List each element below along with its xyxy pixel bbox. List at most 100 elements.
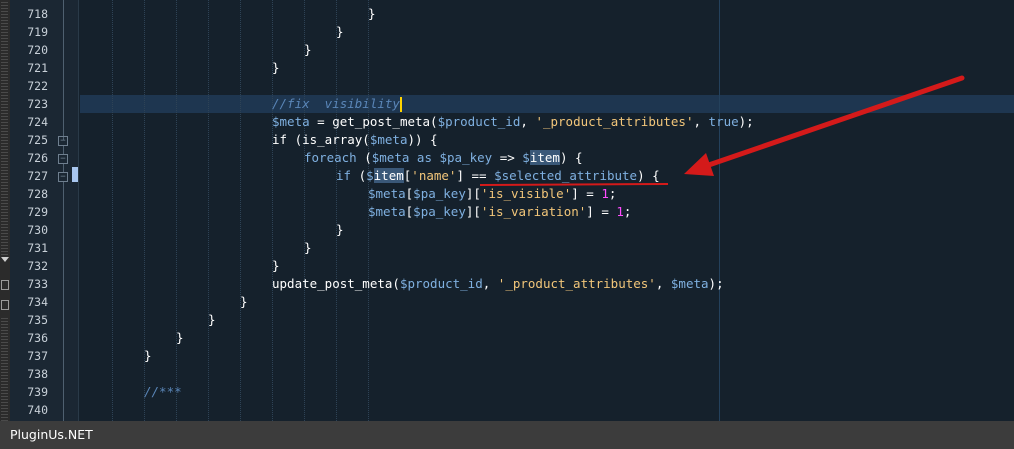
code-token: } bbox=[336, 24, 344, 39]
line-number: 737 bbox=[27, 349, 48, 363]
code-token: //*** bbox=[144, 384, 182, 399]
code-token: } bbox=[240, 294, 248, 309]
code-token: $meta bbox=[368, 204, 406, 219]
code-token: ; bbox=[608, 186, 617, 201]
code-line[interactable]: if ($item['name'] == $selected_attribute… bbox=[336, 167, 660, 185]
code-token: ); bbox=[738, 114, 754, 129]
code-token: $ bbox=[366, 168, 374, 183]
code-line[interactable]: } bbox=[144, 347, 152, 365]
code-token: $meta bbox=[371, 150, 410, 165]
code-line[interactable]: foreach ($meta as $pa_key => $item) { bbox=[304, 149, 583, 167]
code-token: ) { bbox=[559, 150, 583, 165]
code-token: 'name' bbox=[411, 168, 457, 183]
code-token: $product_id bbox=[437, 114, 521, 129]
code-token: ] = bbox=[586, 204, 617, 219]
code-line[interactable]: } bbox=[272, 59, 280, 77]
code-token: 'is_visible' bbox=[480, 186, 572, 201]
code-token: 'is_variation' bbox=[480, 204, 587, 219]
code-token: ][ bbox=[465, 204, 481, 219]
code-token: } bbox=[176, 330, 184, 345]
code-line[interactable]: } bbox=[304, 41, 312, 59]
line-number: 739 bbox=[27, 385, 48, 399]
fold-collapse-icon[interactable]: − bbox=[58, 154, 68, 164]
code-token: $meta bbox=[272, 114, 310, 129]
code-token: } bbox=[304, 42, 312, 57]
code-line[interactable]: update_post_meta($product_id, '_product_… bbox=[272, 275, 724, 293]
line-number: 736 bbox=[27, 331, 48, 345]
code-token: , bbox=[520, 114, 536, 129]
line-number: 733 bbox=[27, 277, 48, 291]
code-token: ) { bbox=[637, 168, 660, 183]
line-number: 740 bbox=[27, 403, 48, 417]
code-token: $meta bbox=[670, 276, 709, 291]
fold-collapse-icon[interactable]: − bbox=[58, 136, 68, 146]
code-token: $ bbox=[522, 150, 530, 165]
code-token: update_post_meta( bbox=[272, 276, 400, 291]
line-number: 728 bbox=[27, 187, 48, 201]
code-line[interactable]: //*** bbox=[144, 383, 182, 401]
code-token: } bbox=[272, 60, 280, 75]
code-token: = get_post_meta( bbox=[309, 114, 438, 129]
code-token: } bbox=[272, 258, 280, 273]
change-marker bbox=[72, 167, 78, 182]
code-token: } bbox=[144, 348, 152, 363]
code-line[interactable]: } bbox=[336, 221, 344, 239]
footer-bar: PluginUs.NET bbox=[0, 421, 1014, 449]
code-line[interactable]: } bbox=[240, 293, 248, 311]
code-token: item bbox=[373, 168, 404, 183]
code-line[interactable]: } bbox=[208, 311, 216, 329]
code-token: $pa_key bbox=[413, 204, 466, 219]
scroll-down-icon[interactable] bbox=[1, 257, 9, 262]
code-token: ; bbox=[623, 204, 632, 219]
code-line[interactable]: } bbox=[272, 257, 280, 275]
code-line[interactable]: //fix visibility bbox=[272, 95, 402, 113]
code-token: } bbox=[304, 240, 312, 255]
code-token: foreach bbox=[304, 150, 357, 165]
line-number: 725 bbox=[27, 133, 48, 147]
arrow-head bbox=[684, 153, 714, 176]
current-line-highlight bbox=[80, 95, 1014, 113]
code-line[interactable]: } bbox=[176, 329, 184, 347]
code-line[interactable]: } bbox=[304, 239, 312, 257]
code-token: , bbox=[655, 276, 671, 291]
code-token: } bbox=[336, 222, 344, 237]
line-number: 718 bbox=[27, 7, 48, 21]
panel-toggle-icon[interactable] bbox=[1, 300, 9, 310]
code-token: } bbox=[208, 312, 216, 327]
line-number: 722 bbox=[27, 79, 48, 93]
code-token: $selected_attribute bbox=[494, 168, 638, 183]
line-number: 720 bbox=[27, 43, 48, 57]
code-line[interactable]: if (is_array($meta)) { bbox=[272, 131, 438, 149]
scroll-track[interactable] bbox=[1, 318, 8, 421]
code-token: //fix visibility bbox=[272, 96, 400, 111]
code-line[interactable]: $meta[$pa_key]['is_visible'] = 1; bbox=[368, 185, 616, 203]
code-line[interactable]: $meta = get_post_meta($product_id, '_pro… bbox=[272, 113, 754, 131]
code-token: } bbox=[368, 6, 376, 21]
line-number: 724 bbox=[27, 115, 48, 129]
right-margin-line bbox=[719, 0, 720, 421]
code-token: ] == bbox=[456, 168, 495, 183]
text-caret bbox=[399, 97, 402, 112]
code-token: '_product_attributes' bbox=[535, 114, 694, 129]
code-token: $meta bbox=[369, 132, 408, 147]
code-token: if (is_array( bbox=[272, 132, 370, 147]
code-token: ][ bbox=[465, 186, 481, 201]
code-token: )) { bbox=[407, 132, 438, 147]
code-token: if bbox=[336, 168, 352, 183]
code-line[interactable]: } bbox=[336, 23, 344, 41]
code-token: $pa_key bbox=[413, 186, 466, 201]
code-line[interactable]: $meta[$pa_key]['is_variation'] = 1; bbox=[368, 203, 631, 221]
line-number: 734 bbox=[27, 295, 48, 309]
fold-margin bbox=[56, 0, 79, 421]
panel-toggle-icon[interactable] bbox=[1, 280, 9, 290]
code-token: '_product_attributes' bbox=[497, 276, 656, 291]
line-number: 723 bbox=[27, 97, 48, 111]
watermark-text: PluginUs.NET bbox=[10, 427, 93, 442]
line-number: 730 bbox=[27, 223, 48, 237]
line-number: 721 bbox=[27, 61, 48, 75]
fold-collapse-icon[interactable]: − bbox=[58, 172, 68, 182]
line-number: 727 bbox=[27, 169, 48, 183]
code-line[interactable]: } bbox=[368, 5, 376, 23]
scroll-track[interactable] bbox=[1, 0, 8, 255]
line-number: 719 bbox=[27, 25, 48, 39]
